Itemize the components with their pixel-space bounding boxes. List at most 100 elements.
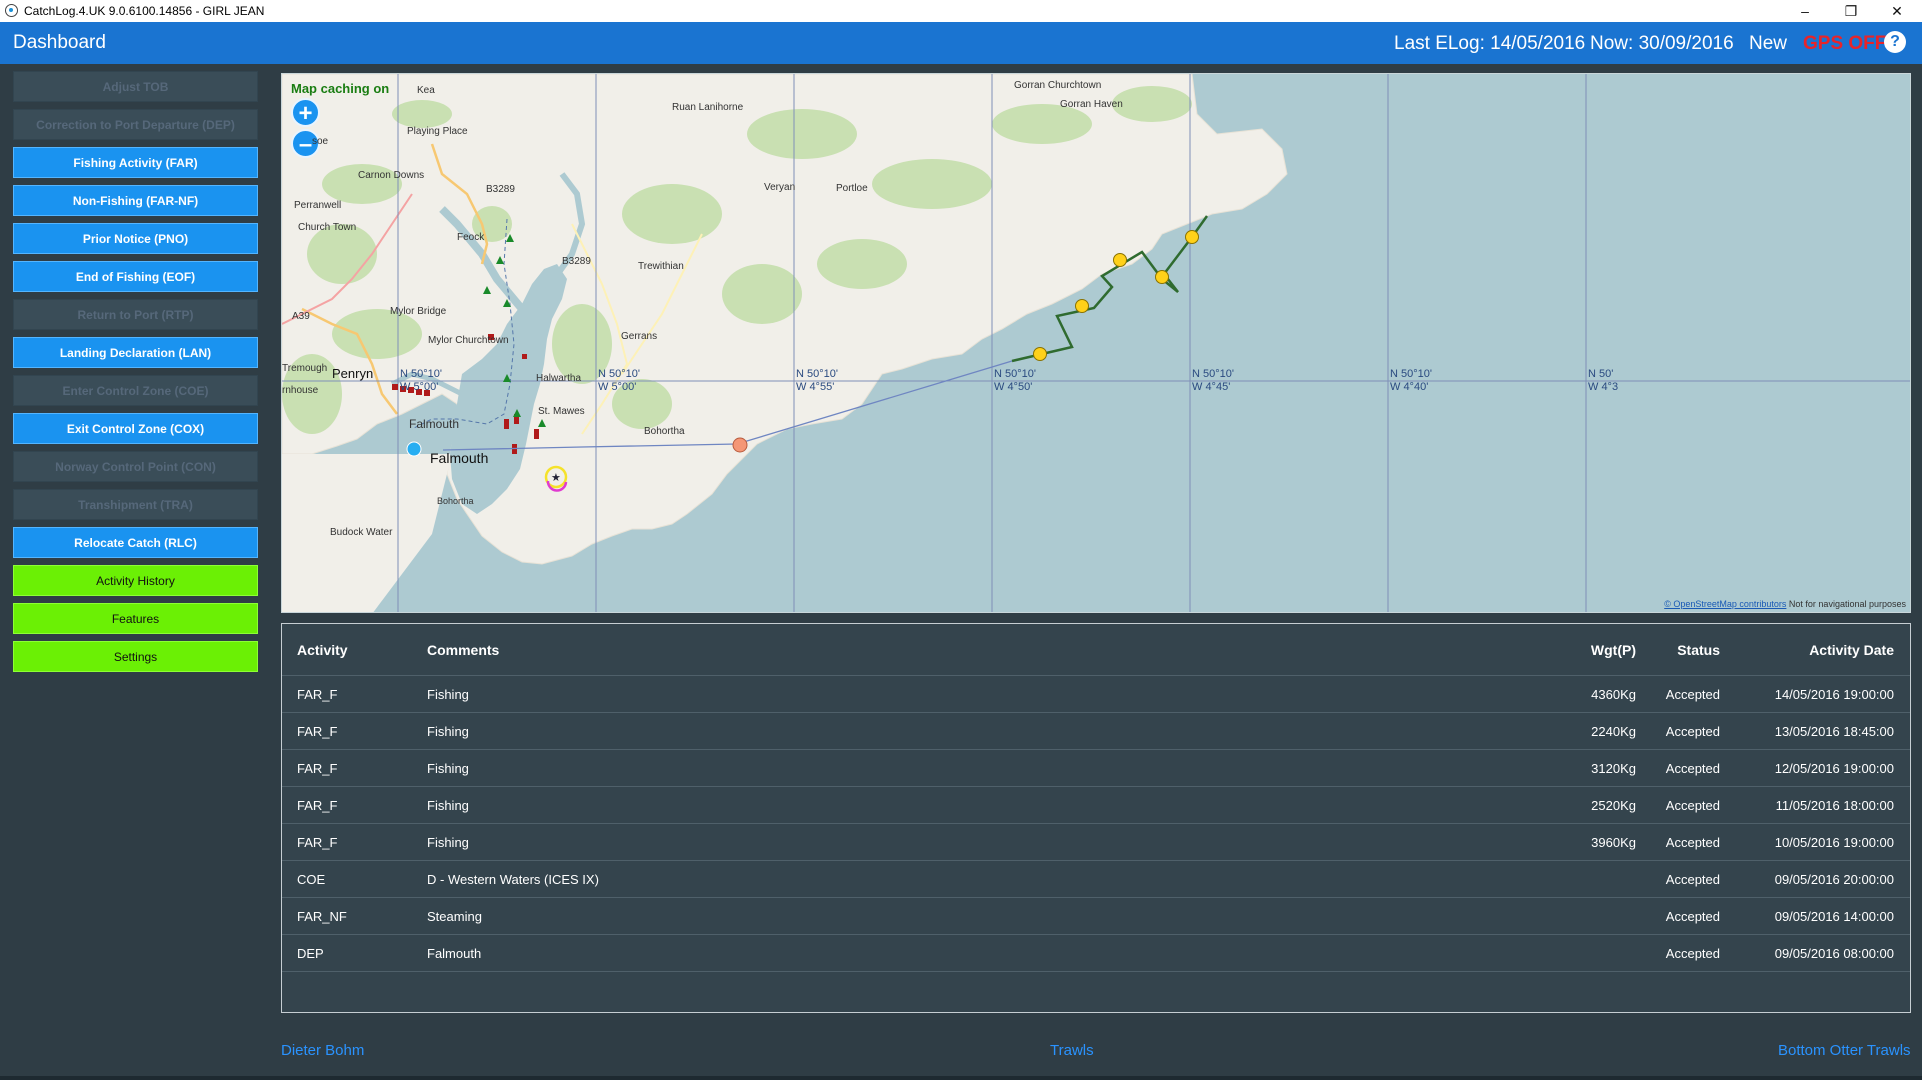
app-header: Dashboard Last ELog: 14/05/2016 Now: 30/… [0,22,1922,64]
place-label: Gerrans [621,331,658,342]
exit-control-zone-button[interactable]: Exit Control Zone (COX) [13,413,258,444]
grid-label-lon: W 5°00' [400,381,439,393]
bottom-strip [0,1076,1922,1080]
page-title: Dashboard [13,32,106,53]
col-status-header[interactable]: Status [1677,624,1720,676]
cell-weight: 4360Kg [1591,687,1636,702]
minimize-button[interactable]: – [1782,0,1828,22]
cell-status: Accepted [1665,687,1720,702]
table-row[interactable]: FAR_F Fishing 4360Kg Accepted 14/05/2016… [282,676,1910,713]
place-label: Penryn [332,366,374,381]
trip-map[interactable]: ★ Map caching on + – Kea Ruan Lanihorne … [281,73,1911,613]
correction-dep-button[interactable]: Correction to Port Departure (DEP) [13,109,258,140]
place-label: Church Town [298,222,357,233]
table-row[interactable]: COE D - Western Waters (ICES IX) Accepte… [282,861,1910,898]
cell-comments: Fishing [427,835,469,850]
cell-date: 09/05/2016 20:00:00 [1774,872,1894,887]
col-activity-header[interactable]: Activity [297,624,348,676]
grid-label-lat: N 50°10' [1192,368,1234,380]
cell-date: 10/05/2016 19:00:00 [1774,835,1894,850]
place-label: Kea [417,85,435,96]
waypoint-marker [732,437,748,453]
cell-status: Accepted [1665,872,1720,887]
cell-date: 09/05/2016 14:00:00 [1774,909,1894,924]
activity-table: Activity Comments Wgt(P) Status Activity… [281,623,1911,1013]
grid-label-lat: N 50°10' [1390,368,1432,380]
table-row[interactable]: DEP Falmouth Accepted 09/05/2016 08:00:0… [282,935,1910,972]
place-label: A39 [292,311,310,322]
activity-history-button[interactable]: Activity History [13,565,258,596]
landing-declaration-button[interactable]: Landing Declaration (LAN) [13,337,258,368]
grid-label-lon: W 4°3 [1588,381,1619,393]
cell-activity: FAR_F [297,687,338,702]
cell-weight: 2520Kg [1591,798,1636,813]
app-logo-icon [5,4,18,17]
map-attribution: © OpenStreetMap contributors Not for nav… [1664,599,1906,609]
grid-label-lon: W 4°40' [1390,381,1429,393]
transhipment-button[interactable]: Transhipment (TRA) [13,489,258,520]
place-label: soe [312,136,329,147]
norway-control-point-button[interactable]: Norway Control Point (CON) [13,451,258,482]
new-button[interactable]: New [1749,33,1787,55]
cell-comments: Steaming [427,909,482,924]
grid-label-lat: N 50' [1588,368,1614,380]
map-caching-label: Map caching on [291,81,390,96]
place-label: Gorran Haven [1060,99,1123,110]
cell-activity: DEP [297,946,324,961]
prior-notice-button[interactable]: Prior Notice (PNO) [13,223,258,254]
haul-marker-5 [1185,230,1199,244]
table-row[interactable]: FAR_F Fishing 2520Kg Accepted 11/05/2016… [282,787,1910,824]
cell-activity: FAR_NF [297,909,347,924]
grid-label-lat: N 50°10' [796,368,838,380]
table-row[interactable]: FAR_F Fishing 2240Kg Accepted 13/05/2016… [282,713,1910,750]
cell-activity: FAR_F [297,724,338,739]
features-button[interactable]: Features [13,603,258,634]
place-label: Perranwell [294,200,342,211]
fishing-activity-button[interactable]: Fishing Activity (FAR) [13,147,258,178]
window-title-bar: CatchLog.4.UK 9.0.6100.14856 - GIRL JEAN… [0,0,1922,22]
enter-control-zone-button[interactable]: Enter Control Zone (COE) [13,375,258,406]
cell-date: 14/05/2016 19:00:00 [1774,687,1894,702]
cell-status: Accepted [1665,798,1720,813]
nav-disclaimer: Not for navigational purposes [1788,599,1906,609]
cell-comments: Fishing [427,687,469,702]
place-label: rnhouse [282,385,319,396]
table-row[interactable]: FAR_F Fishing 3120Kg Accepted 12/05/2016… [282,750,1910,787]
cell-comments: Falmouth [427,946,482,961]
return-to-port-button[interactable]: Return to Port (RTP) [13,299,258,330]
map-canvas: ★ [282,74,1910,612]
skipper-name-link[interactable]: Dieter Bohm [281,1042,364,1059]
place-label: Bohortha [644,426,685,437]
adjust-tob-button[interactable]: Adjust TOB [13,71,258,102]
place-label: Trewithian [638,261,684,272]
help-icon[interactable]: ? [1884,31,1906,53]
zoom-in-button[interactable]: + [291,98,320,127]
haul-marker-2 [1075,299,1089,313]
place-label: Mylor Churchtown [428,335,509,346]
col-comments-header[interactable]: Comments [427,624,499,676]
settings-button[interactable]: Settings [13,641,258,672]
gear-type-link[interactable]: Trawls [1050,1042,1094,1059]
relocate-catch-button[interactable]: Relocate Catch (RLC) [13,527,258,558]
cell-comments: Fishing [427,761,469,776]
end-of-fishing-button[interactable]: End of Fishing (EOF) [13,261,258,292]
place-label: Falmouth [409,417,460,431]
osm-attribution-link[interactable]: © OpenStreetMap contributors [1664,599,1786,609]
place-label: Mylor Bridge [390,306,447,317]
start-marker [406,441,422,457]
grid-label-lat: N 50°10' [994,368,1036,380]
non-fishing-button[interactable]: Non-Fishing (FAR-NF) [13,185,258,216]
cell-comments: Fishing [427,724,469,739]
table-header: Activity Comments Wgt(P) Status Activity… [282,624,1910,676]
close-button[interactable]: ✕ [1874,0,1920,22]
window-title: CatchLog.4.UK 9.0.6100.14856 - GIRL JEAN [24,4,265,18]
table-row[interactable]: FAR_NF Steaming Accepted 09/05/2016 14:0… [282,898,1910,935]
restore-button[interactable]: ❐ [1828,0,1874,22]
col-weight-header[interactable]: Wgt(P) [1591,624,1636,676]
table-row[interactable]: FAR_F Fishing 3960Kg Accepted 10/05/2016… [282,824,1910,861]
place-label: Carnon Downs [358,170,425,181]
gear-name-link[interactable]: Bottom Otter Trawls [1778,1042,1911,1059]
vessel-star-icon: ★ [551,472,561,484]
col-date-header[interactable]: Activity Date [1809,624,1894,676]
haul-marker-3 [1113,253,1127,267]
